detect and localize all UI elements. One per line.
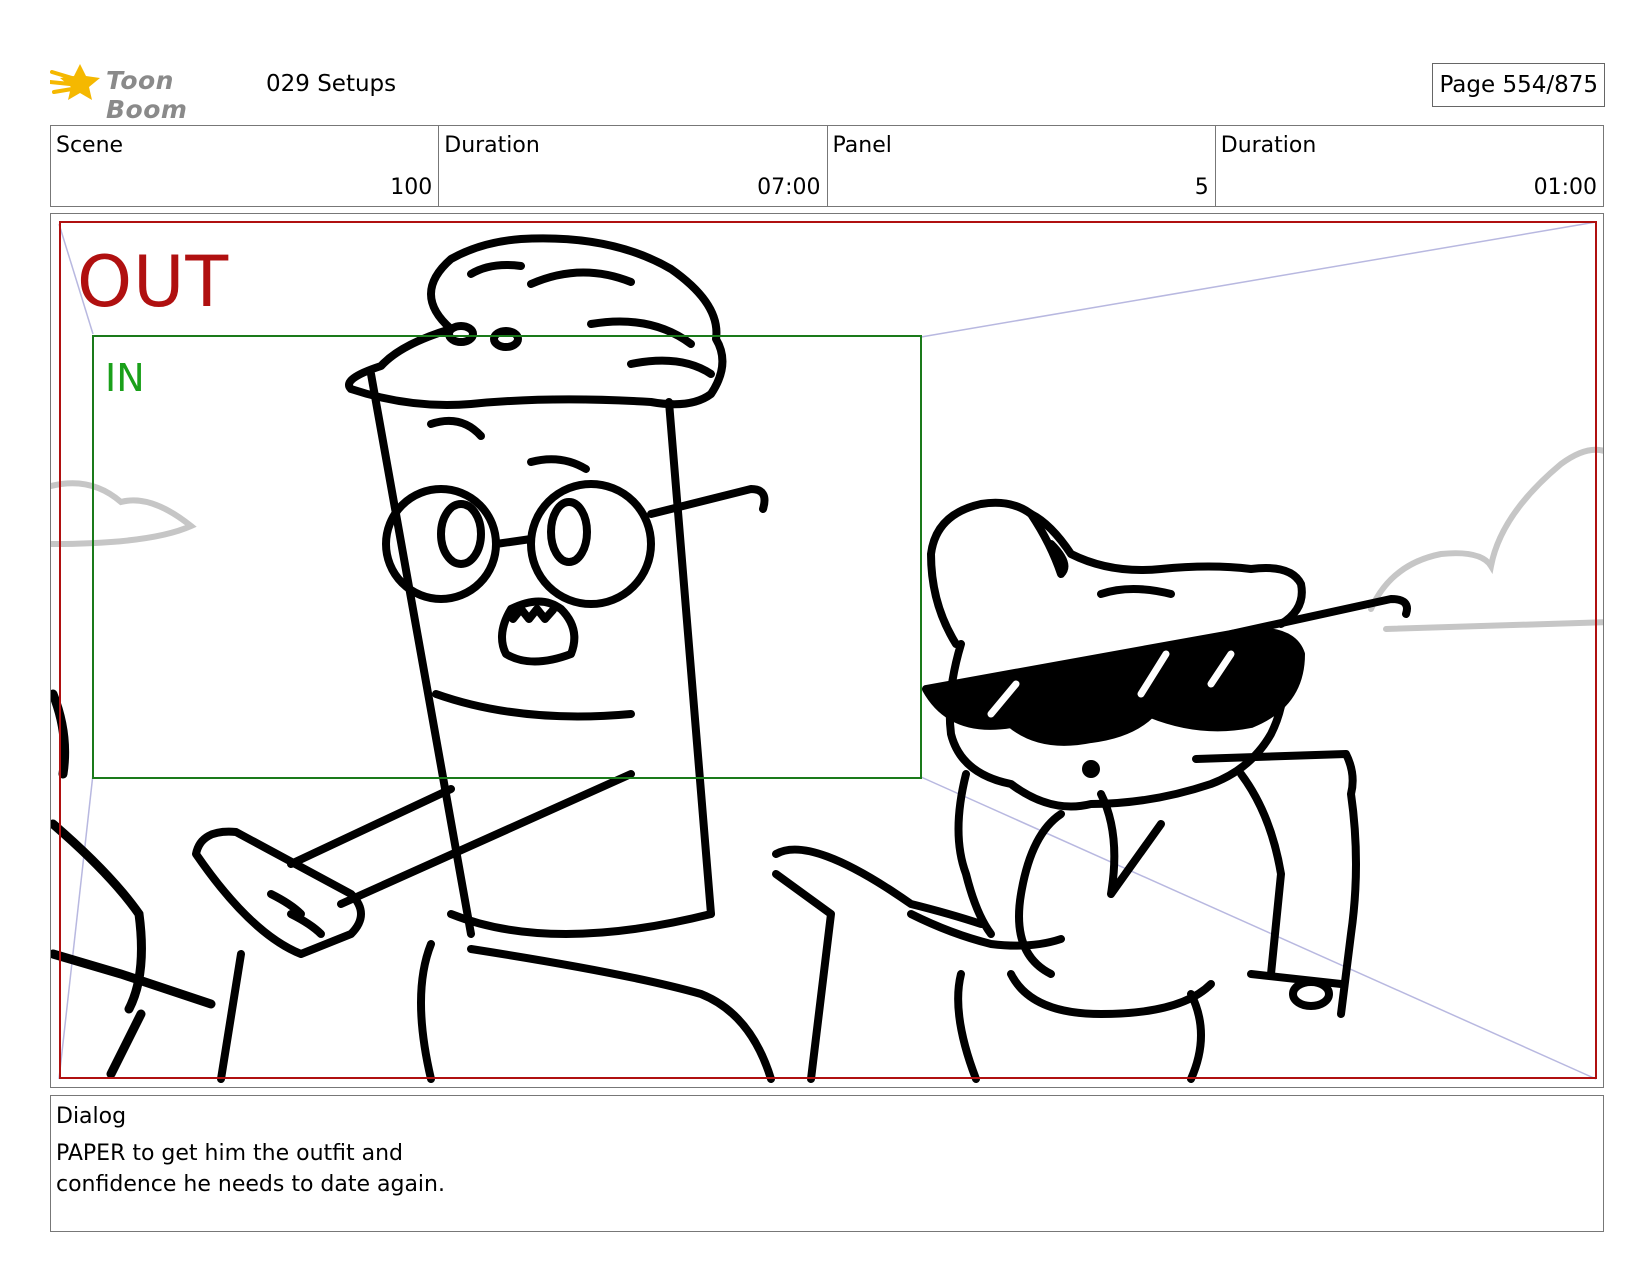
panel-value: 5: [1194, 175, 1209, 200]
panel-drawing: [51, 221, 1603, 1083]
panel-duration-value: 01:00: [1533, 175, 1597, 200]
page-indicator: Page 554/875: [1432, 63, 1605, 107]
dialog-line: PAPER to get him the outfit and: [56, 1141, 404, 1166]
left-character-fragment: [51, 689, 216, 1079]
panel-label: Panel: [832, 133, 892, 158]
scene-label: Scene: [56, 133, 124, 158]
sunglasses-character: [772, 498, 1411, 1083]
in-frame-label: IN: [105, 356, 145, 400]
panel-duration-label: Duration: [1220, 133, 1317, 158]
scene-cell: Scene 100: [51, 126, 440, 206]
panel-cell: Panel 5: [828, 126, 1216, 206]
cylinder-character: [192, 234, 775, 1083]
dialog-line: confidence he needs to date again.: [56, 1172, 445, 1197]
scene-duration-value: 07:00: [757, 175, 821, 200]
star-burst-icon: [50, 64, 100, 100]
logo-text: Toon Boom: [106, 66, 188, 124]
project-title: 029 Setups: [266, 71, 397, 97]
storyboard-header: Toon Boom 029 Setups Page 554/875: [50, 58, 1605, 124]
dialog-label: Dialog: [56, 1104, 127, 1129]
scene-duration-label: Duration: [444, 133, 540, 158]
scene-value: 100: [390, 175, 433, 200]
storyboard-panel: OUT IN: [50, 213, 1604, 1088]
out-frame-label: OUT: [77, 241, 230, 323]
panel-info-table: Scene 100 Duration 07:00 Panel 5 Duratio…: [50, 125, 1604, 207]
dialog-text: PAPER to get him the outfit and confiden…: [56, 1138, 656, 1200]
dialog-box: Dialog PAPER to get him the outfit and c…: [50, 1095, 1604, 1232]
toon-boom-logo: Toon Boom: [50, 58, 250, 124]
panel-duration-cell: Duration 01:00: [1216, 126, 1603, 206]
scene-duration-cell: Duration 07:00: [439, 126, 828, 206]
